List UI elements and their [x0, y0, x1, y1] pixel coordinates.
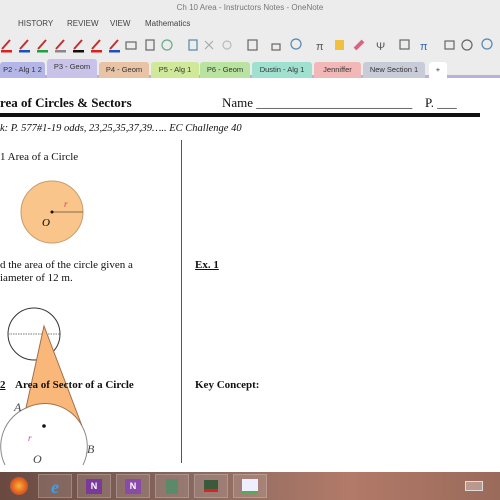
onenote-clipper-icon[interactable]: N: [116, 474, 150, 498]
key-concept-label: Key Concept:: [195, 379, 260, 391]
point-a-label: A: [13, 400, 22, 414]
section-tab[interactable]: Dustin - Alg 1: [252, 62, 312, 78]
section-2-heading: Area of Sector of a Circle: [15, 379, 134, 391]
section-tab[interactable]: Jenniffer: [314, 62, 361, 78]
table-icon[interactable]: [444, 40, 455, 50]
sector-figure: [25, 324, 83, 427]
menu-bar: HISTORY REVIEW VIEW Mathematics: [0, 16, 500, 32]
shapes-icon[interactable]: [290, 38, 302, 50]
center-point: [50, 210, 54, 214]
window-title: Ch 10 Area - Instructors Notes - OneNote: [0, 0, 500, 16]
onenote-icon[interactable]: N: [77, 474, 111, 498]
print-icon[interactable]: [125, 41, 137, 50]
internet-explorer-icon[interactable]: e: [38, 474, 72, 498]
point-b-label: B: [87, 442, 95, 456]
pen-icon[interactable]: [91, 39, 102, 53]
app-red-icon[interactable]: [194, 474, 228, 498]
image-icon[interactable]: [271, 43, 281, 51]
section-tabs: P2 - Alg 1 2 P3 - Geom P4 - Geom P5 - Alg 1…: [0, 58, 500, 78]
pi-icon[interactable]: π: [316, 41, 324, 53]
app-green-icon[interactable]: [233, 474, 267, 498]
ribbon-toolbar: π Ψ π: [0, 32, 500, 58]
new-section-button[interactable]: +: [429, 62, 447, 78]
insert-icon[interactable]: [188, 39, 198, 51]
section-2-number: 2: [0, 379, 6, 391]
section-tab[interactable]: P3 - Geom: [47, 59, 97, 78]
menu-review[interactable]: REVIEW: [67, 19, 99, 28]
psi-icon[interactable]: Ψ: [376, 41, 385, 53]
border-icon[interactable]: [247, 39, 258, 51]
taskbar: e N N: [0, 472, 500, 500]
center-label: O: [42, 217, 50, 229]
eraser-icon[interactable]: [353, 39, 365, 51]
circle-arc: [0, 407, 88, 466]
section-tab[interactable]: P4 - Geom: [99, 62, 149, 78]
pen-icon[interactable]: [1, 39, 12, 53]
section-tab[interactable]: P5 - Alg 1: [151, 62, 199, 78]
section-tab[interactable]: P2 - Alg 1 2: [0, 62, 45, 78]
section-tab[interactable]: New Section 1: [363, 62, 425, 78]
menu-history[interactable]: HISTORY: [18, 19, 53, 28]
pen-icon[interactable]: [55, 39, 66, 53]
sector-center-label: O: [33, 452, 42, 466]
note-page: rea of Circles & Sectors Name __________…: [0, 80, 500, 472]
pi-icon[interactable]: π: [420, 41, 428, 53]
shapes-icon[interactable]: [481, 38, 493, 50]
circle-icon[interactable]: [161, 39, 173, 51]
radius-label: r: [64, 199, 68, 209]
print-preview-icon[interactable]: [145, 39, 155, 51]
app-icon[interactable]: [155, 474, 189, 498]
firefox-icon[interactable]: [2, 474, 36, 498]
problem-text-line-1: d the area of the circle given a: [0, 259, 133, 271]
pen-icon[interactable]: [109, 39, 120, 53]
highlight-icon[interactable]: [335, 40, 344, 50]
menu-mathematics[interactable]: Mathematics: [145, 19, 190, 28]
keyboard-icon[interactable]: [465, 481, 483, 491]
grid-icon[interactable]: [399, 39, 410, 50]
toolbar-icons: π Ψ π: [1, 38, 493, 53]
pen-icon[interactable]: [19, 39, 30, 53]
column-divider: [181, 140, 182, 463]
menu-view[interactable]: VIEW: [110, 19, 130, 28]
pen-icon[interactable]: [73, 39, 84, 53]
period-field: P. ___: [425, 95, 457, 110]
sector-center-point: [42, 424, 46, 428]
close-icon[interactable]: [204, 40, 214, 50]
example-1-label: Ex. 1: [195, 259, 219, 271]
circle-icon[interactable]: [222, 40, 232, 50]
problem-text-line-2: iameter of 12 m.: [0, 272, 73, 284]
sector-radius-label: r: [28, 433, 32, 443]
name-field: Name ________________________: [222, 95, 413, 110]
pen-icon[interactable]: [37, 39, 48, 53]
bubble-icon[interactable]: [461, 39, 473, 51]
section-tab[interactable]: P6 - Geom: [200, 62, 250, 78]
